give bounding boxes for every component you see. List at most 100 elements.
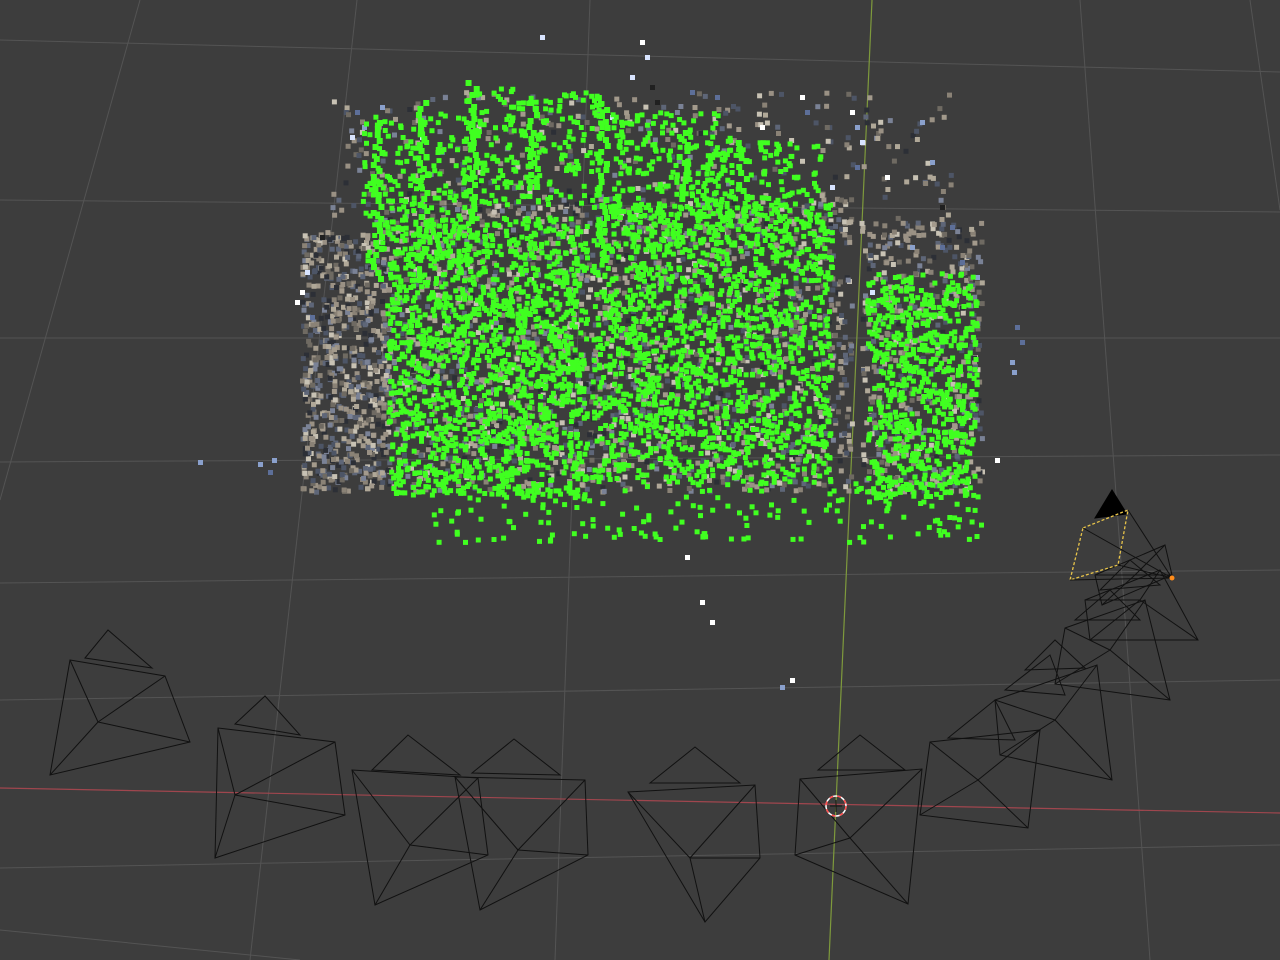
- cloud-point: [349, 468, 355, 474]
- highlight-point: [546, 323, 552, 329]
- cloud-point: [931, 222, 937, 228]
- cloud-point: [381, 413, 387, 419]
- cloud-point: [900, 402, 906, 408]
- cloud-point: [1020, 340, 1025, 345]
- highlight-point: [470, 332, 476, 338]
- cloud-point: [366, 417, 372, 423]
- highlight-point: [467, 295, 473, 301]
- highlight-point: [544, 254, 550, 260]
- cloud-point: [940, 245, 945, 250]
- highlight-point: [533, 287, 539, 293]
- cloud-point: [321, 458, 327, 464]
- cloud-point: [842, 334, 848, 340]
- highlight-point: [534, 383, 539, 389]
- cloud-point: [399, 312, 405, 318]
- cloud-point: [327, 263, 333, 269]
- highlight-point: [577, 281, 583, 287]
- cloud-point: [873, 254, 879, 260]
- cloud-point: [258, 462, 263, 467]
- cloud-point: [368, 310, 374, 315]
- highlight-point: [468, 269, 474, 274]
- cloud-point: [692, 105, 698, 110]
- highlight-point: [513, 419, 519, 425]
- highlight-point: [432, 442, 438, 448]
- cloud-point: [662, 392, 668, 398]
- scene-canvas[interactable]: [0, 0, 1280, 960]
- cloud-point: [369, 423, 375, 429]
- cloud-point: [956, 234, 962, 240]
- highlight-point: [537, 407, 543, 412]
- cloud-point: [777, 480, 783, 486]
- cloud-point: [310, 429, 316, 435]
- highlight-point: [555, 359, 561, 365]
- cloud-point: [580, 114, 586, 120]
- highlight-point: [529, 431, 535, 437]
- cloud-point: [956, 394, 962, 400]
- cloud-point: [875, 136, 881, 141]
- 3d-viewport[interactable]: [0, 0, 1280, 960]
- cloud-point: [589, 457, 595, 463]
- cloud-point: [923, 181, 929, 186]
- cloud-point: [443, 374, 449, 380]
- cloud-point: [385, 108, 391, 114]
- highlight-point: [549, 329, 555, 335]
- highlight-point: [391, 486, 397, 491]
- cloud-point: [345, 296, 351, 302]
- highlight-point: [440, 436, 446, 441]
- highlight-point: [526, 310, 532, 316]
- highlight-point: [524, 451, 530, 456]
- highlight-point: [538, 329, 544, 335]
- highlight-point: [433, 376, 439, 382]
- highlight-point: [561, 223, 567, 229]
- cloud-point: [846, 488, 852, 494]
- cloud-point: [302, 243, 308, 249]
- highlight-point: [565, 301, 571, 306]
- cloud-point: [779, 287, 785, 293]
- highlight-point: [442, 225, 448, 231]
- cloud-point: [311, 235, 317, 240]
- highlight-point: [503, 408, 508, 414]
- cloud-point: [302, 451, 308, 457]
- highlight-point: [509, 238, 515, 244]
- highlight-point: [542, 362, 548, 368]
- highlight-point: [645, 428, 651, 434]
- cloud-point: [919, 225, 925, 231]
- cloud-point: [531, 331, 537, 337]
- highlight-point: [491, 364, 496, 370]
- highlight-point: [387, 346, 393, 352]
- cloud-point: [519, 152, 525, 158]
- highlight-point: [425, 370, 430, 376]
- cloud-point: [579, 301, 585, 307]
- cloud-point: [313, 361, 319, 367]
- highlight-point: [489, 338, 495, 344]
- cloud-point: [475, 330, 481, 335]
- cloud-point: [839, 390, 845, 396]
- highlight-point: [513, 383, 519, 389]
- cloud-point: [318, 393, 324, 399]
- highlight-point: [585, 255, 590, 261]
- cloud-point: [847, 348, 853, 354]
- cloud-point: [938, 197, 944, 203]
- cloud-point: [730, 442, 736, 447]
- highlight-point: [445, 318, 451, 324]
- cloud-point: [353, 326, 359, 332]
- cloud-point: [487, 487, 493, 493]
- highlight-point: [748, 418, 754, 424]
- cloud-point: [716, 420, 721, 426]
- cloud-point: [341, 304, 346, 310]
- cloud-point: [821, 197, 827, 203]
- cloud-point: [978, 410, 984, 416]
- cloud-point: [381, 260, 386, 266]
- cloud-point: [731, 104, 736, 109]
- highlight-point: [570, 409, 576, 415]
- cloud-point: [644, 459, 650, 465]
- cloud-point: [915, 220, 921, 226]
- highlight-point: [394, 292, 400, 298]
- highlight-point: [416, 459, 421, 465]
- highlight-point: [519, 271, 525, 277]
- highlight-point: [406, 397, 412, 403]
- cloud-point: [914, 128, 920, 134]
- highlight-point: [547, 336, 553, 341]
- cloud-point: [520, 111, 526, 117]
- cloud-point: [864, 107, 870, 113]
